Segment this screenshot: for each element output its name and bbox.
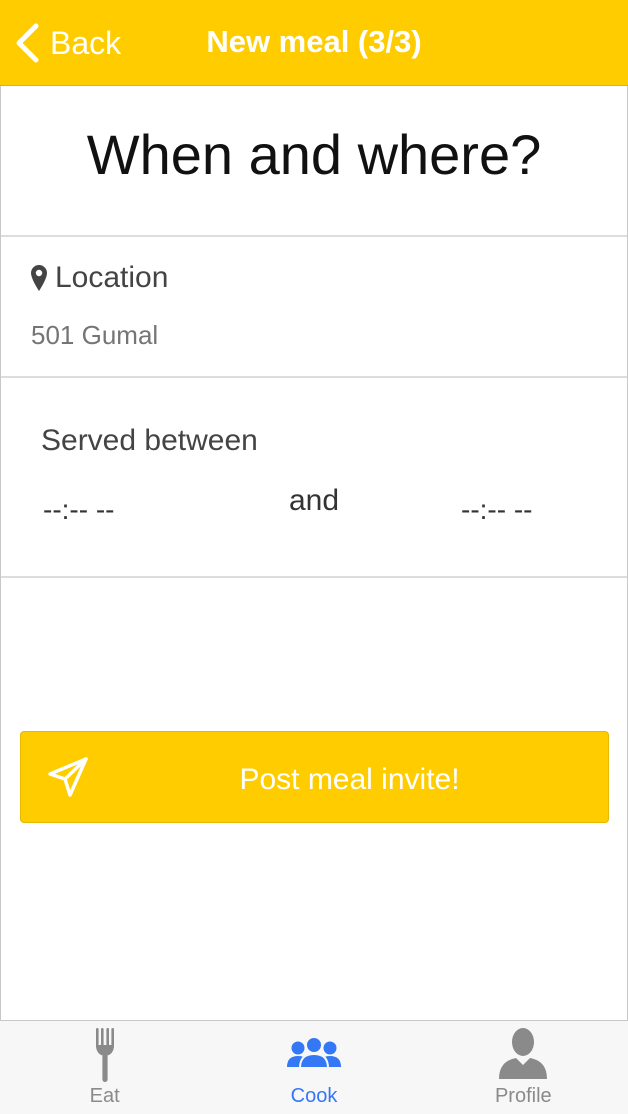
served-between-label: Served between bbox=[41, 424, 258, 457]
location-card: Location bbox=[1, 237, 627, 378]
heading-card: When and where? bbox=[1, 86, 627, 237]
time-card: Served between --:-- -- and --:-- -- bbox=[1, 378, 627, 578]
location-label-row: Location bbox=[31, 261, 168, 295]
fork-icon bbox=[95, 1028, 114, 1082]
location-label: Location bbox=[55, 261, 169, 294]
and-label: and bbox=[288, 484, 340, 517]
tab-cook[interactable]: Cook bbox=[209, 1021, 418, 1114]
tab-profile[interactable]: Profile bbox=[419, 1021, 628, 1114]
tab-profile-label: Profile bbox=[494, 1085, 552, 1107]
tab-bar: Eat Cook Profile bbox=[0, 1020, 628, 1114]
tab-eat[interactable]: Eat bbox=[0, 1021, 209, 1114]
navigation-bar: Back New meal (3/3) bbox=[0, 0, 628, 86]
tab-cook-label: Cook bbox=[290, 1085, 338, 1107]
post-meal-button[interactable]: Post meal invite! bbox=[20, 731, 609, 823]
form-content: When and where? Location Served between … bbox=[0, 86, 628, 1020]
post-meal-label: Post meal invite! bbox=[239, 763, 460, 796]
location-input[interactable] bbox=[31, 317, 591, 353]
paper-plane-icon bbox=[48, 757, 88, 797]
step-heading: When and where? bbox=[86, 123, 542, 186]
tab-eat-label: Eat bbox=[89, 1085, 120, 1107]
people-group-icon bbox=[286, 1036, 341, 1069]
end-time-picker[interactable]: --:-- -- bbox=[461, 494, 533, 526]
map-marker-icon bbox=[31, 265, 47, 291]
page-title: New meal (3/3) bbox=[206, 24, 422, 59]
person-icon bbox=[499, 1028, 548, 1079]
